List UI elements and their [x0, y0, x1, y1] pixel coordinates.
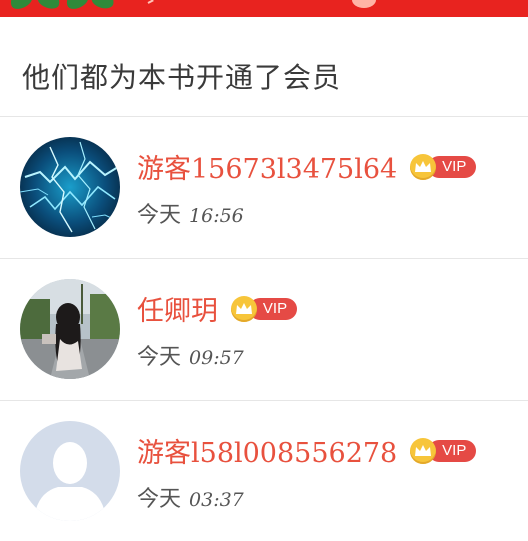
- time-label: 16:56: [189, 205, 244, 227]
- member-row[interactable]: 游客15673l3475l64 VIP 今天 16:56: [0, 117, 528, 257]
- vip-badge: VIP: [410, 437, 477, 464]
- vip-label: VIP: [262, 299, 288, 317]
- day-label: 今天: [137, 203, 182, 228]
- vip-label: VIP: [442, 441, 467, 459]
- leaf-decoration: [90, 0, 116, 11]
- timestamp: 今天 09:57: [137, 339, 244, 371]
- vip-label: VIP: [442, 157, 467, 175]
- top-banner: [0, 0, 528, 17]
- member-name[interactable]: 任卿玥: [137, 289, 218, 328]
- day-label: 今天: [137, 487, 182, 512]
- crown-icon: [410, 153, 437, 180]
- leaf-decoration: [63, 0, 91, 12]
- name-line: 游客15673l3475l64 VIP: [137, 147, 477, 186]
- day-label: 今天: [137, 345, 182, 370]
- coin-decoration: [352, 0, 376, 8]
- member-row[interactable]: 游客l58l008556278 VIP 今天 03:37: [0, 401, 528, 541]
- time-label: 09:57: [189, 347, 244, 369]
- member-name[interactable]: 游客15673l3475l64: [137, 147, 397, 186]
- member-row[interactable]: 任卿玥 VIP 今天 09:57: [0, 259, 528, 399]
- crown-icon: [410, 437, 437, 464]
- section-title: 他们都为本书开通了会员: [22, 61, 342, 94]
- timestamp: 今天 16:56: [137, 197, 244, 229]
- vip-badge: VIP: [410, 153, 477, 180]
- vip-badge: VIP: [231, 295, 298, 322]
- default-avatar[interactable]: [20, 421, 120, 521]
- photo-avatar[interactable]: [20, 279, 120, 379]
- leaf-decoration: [35, 0, 63, 12]
- name-line: 游客l58l008556278 VIP: [137, 431, 477, 470]
- leaf-decoration: [7, 0, 35, 12]
- lightning-avatar[interactable]: [20, 137, 120, 237]
- crown-icon: [231, 295, 258, 322]
- dashed-line-decoration: [147, 0, 184, 4]
- name-line: 任卿玥 VIP: [137, 289, 298, 328]
- timestamp: 今天 03:37: [137, 481, 244, 513]
- member-name[interactable]: 游客l58l008556278: [137, 431, 397, 470]
- time-label: 03:37: [189, 489, 244, 511]
